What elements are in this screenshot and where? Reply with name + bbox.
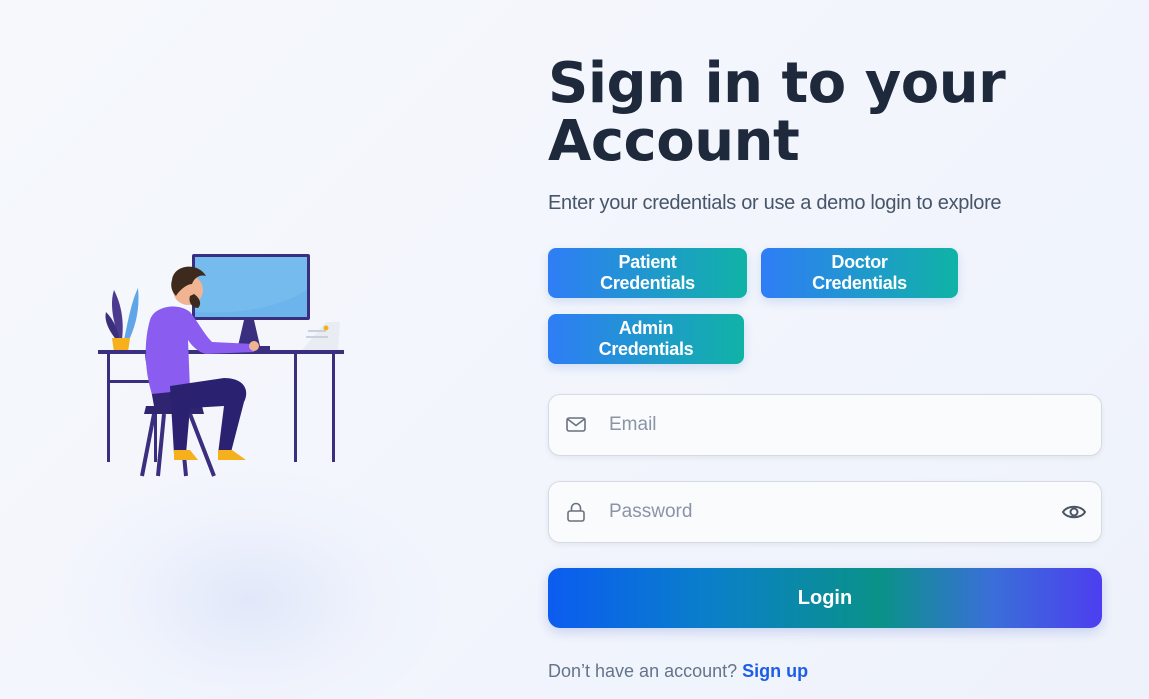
person-at-desk-illustration xyxy=(98,254,344,477)
password-input[interactable] xyxy=(549,482,1101,542)
signup-prompt-text: Don’t have an account? xyxy=(548,661,738,681)
email-input[interactable] xyxy=(549,395,1101,455)
page-subtitle: Enter your credentials or use a demo log… xyxy=(548,192,1002,214)
email-field[interactable] xyxy=(548,394,1102,456)
page-title: Sign in to your Account xyxy=(548,51,1006,174)
password-field[interactable] xyxy=(548,481,1102,543)
login-panel: Sign in to your Account Enter your crede… xyxy=(548,51,1102,681)
signup-prompt: Don’t have an account? Sign up xyxy=(548,661,808,682)
patient-credentials-button[interactable]: Patient Credentials xyxy=(548,248,747,298)
lock-icon xyxy=(567,502,585,522)
mail-icon xyxy=(566,417,586,432)
login-button[interactable]: Login xyxy=(548,568,1102,628)
doctor-credentials-button[interactable]: Doctor Credentials xyxy=(761,248,958,298)
signup-link[interactable]: Sign up xyxy=(742,661,808,681)
eye-icon[interactable] xyxy=(1061,501,1087,523)
admin-credentials-button[interactable]: Admin Credentials xyxy=(548,314,744,364)
background-glow xyxy=(60,470,440,699)
demo-credentials-group: Patient Credentials Doctor Credentials A… xyxy=(548,248,988,364)
